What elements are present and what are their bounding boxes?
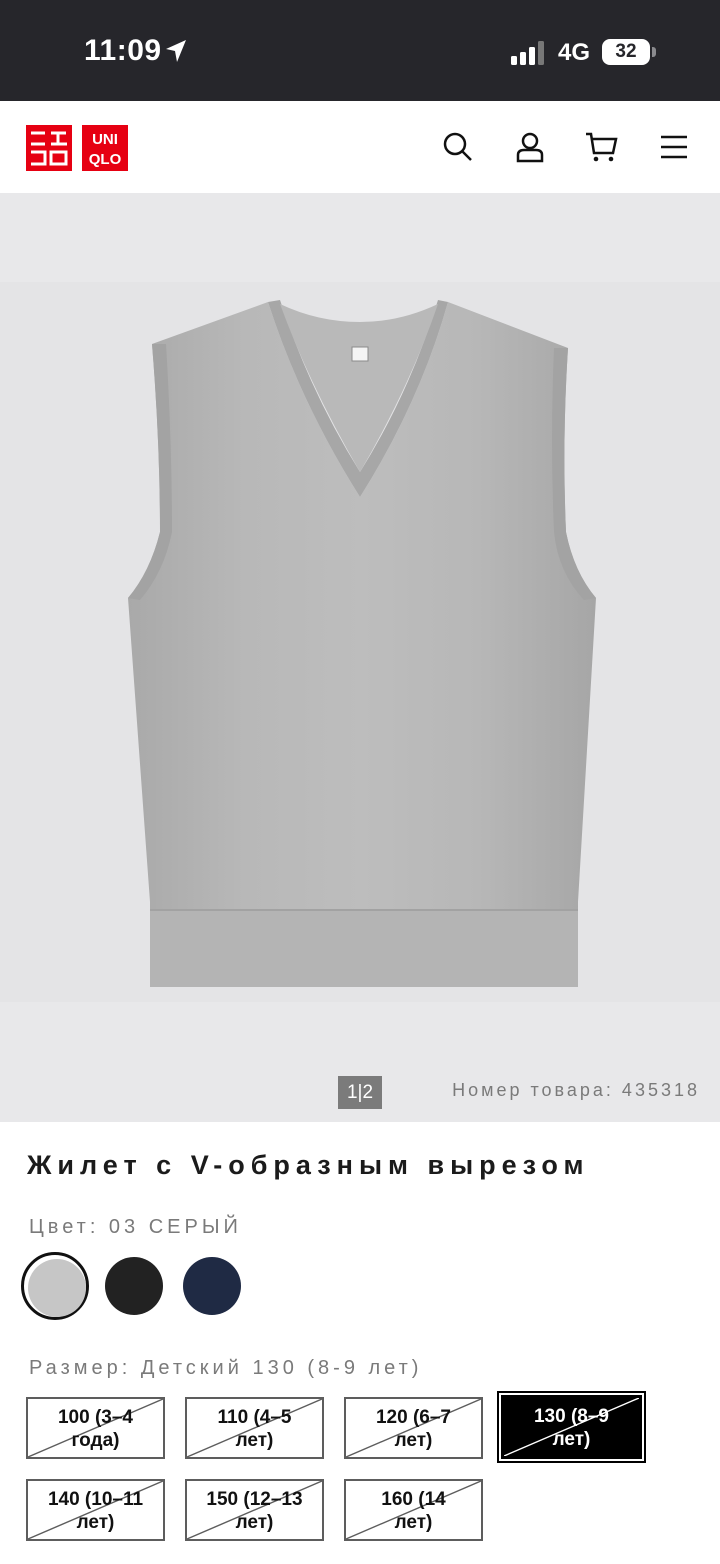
swatch-dot	[28, 1259, 86, 1317]
size-text: 160 (14 лет)	[381, 1489, 446, 1533]
size-text: 110 (4–5 лет)	[217, 1407, 292, 1451]
cart-icon[interactable]	[585, 131, 618, 163]
menu-icon[interactable]	[659, 131, 691, 163]
svg-text:UNI: UNI	[92, 131, 118, 148]
status-bar: 11:09 4G 32	[0, 0, 720, 101]
account-icon[interactable]	[514, 131, 546, 163]
swatch-dot	[105, 1257, 163, 1315]
color-label: Цвет: 03 СЕРЫЙ	[29, 1216, 242, 1238]
battery-icon: 32	[602, 39, 656, 65]
color-swatch-black[interactable]	[100, 1252, 168, 1320]
svg-text:QLO: QLO	[89, 151, 122, 168]
status-time: 11:09	[84, 34, 162, 67]
gallery-pager[interactable]: 1|2	[338, 1076, 382, 1109]
article-number: Номер товара: 435318	[452, 1080, 700, 1100]
size-option-110[interactable]: 110 (4–5 лет)	[185, 1397, 324, 1459]
size-text: 130 (8–9 лет)	[533, 1406, 609, 1450]
signal-icon	[511, 41, 547, 70]
size-text: 140 (10–11 лет)	[47, 1489, 144, 1533]
product-image[interactable]	[0, 282, 720, 1002]
size-option-120[interactable]: 120 (6–7 лет)	[344, 1397, 483, 1459]
site-header: UNI QLO	[0, 101, 720, 193]
size-option-150[interactable]: 150 (12–13 лет)	[185, 1479, 324, 1541]
size-option-140[interactable]: 140 (10–11 лет)	[26, 1479, 165, 1541]
network-type: 4G	[558, 39, 591, 66]
product-gallery[interactable]: 1|2 Номер товара: 435318	[0, 193, 720, 1122]
color-swatch-gray[interactable]	[21, 1252, 89, 1320]
swatch-dot	[183, 1257, 241, 1315]
size-text: 150 (12–13 лет)	[206, 1489, 303, 1533]
size-option-160[interactable]: 160 (14 лет)	[344, 1479, 483, 1541]
size-text: 100 (3–4 года)	[57, 1407, 133, 1451]
product-title: Жилет с V-образным вырезом	[27, 1150, 590, 1180]
size-option-100[interactable]: 100 (3–4 года)	[26, 1397, 165, 1459]
size-text: 120 (6–7 лет)	[375, 1407, 451, 1451]
search-icon[interactable]	[442, 131, 474, 163]
color-swatch-navy[interactable]	[178, 1252, 246, 1320]
size-option-130[interactable]: 130 (8–9 лет)	[497, 1391, 646, 1463]
size-label: Размер: Детский 130 (8-9 лет)	[29, 1357, 423, 1379]
uniqlo-logo[interactable]: UNI QLO	[26, 125, 128, 171]
location-arrow-icon	[164, 38, 188, 69]
